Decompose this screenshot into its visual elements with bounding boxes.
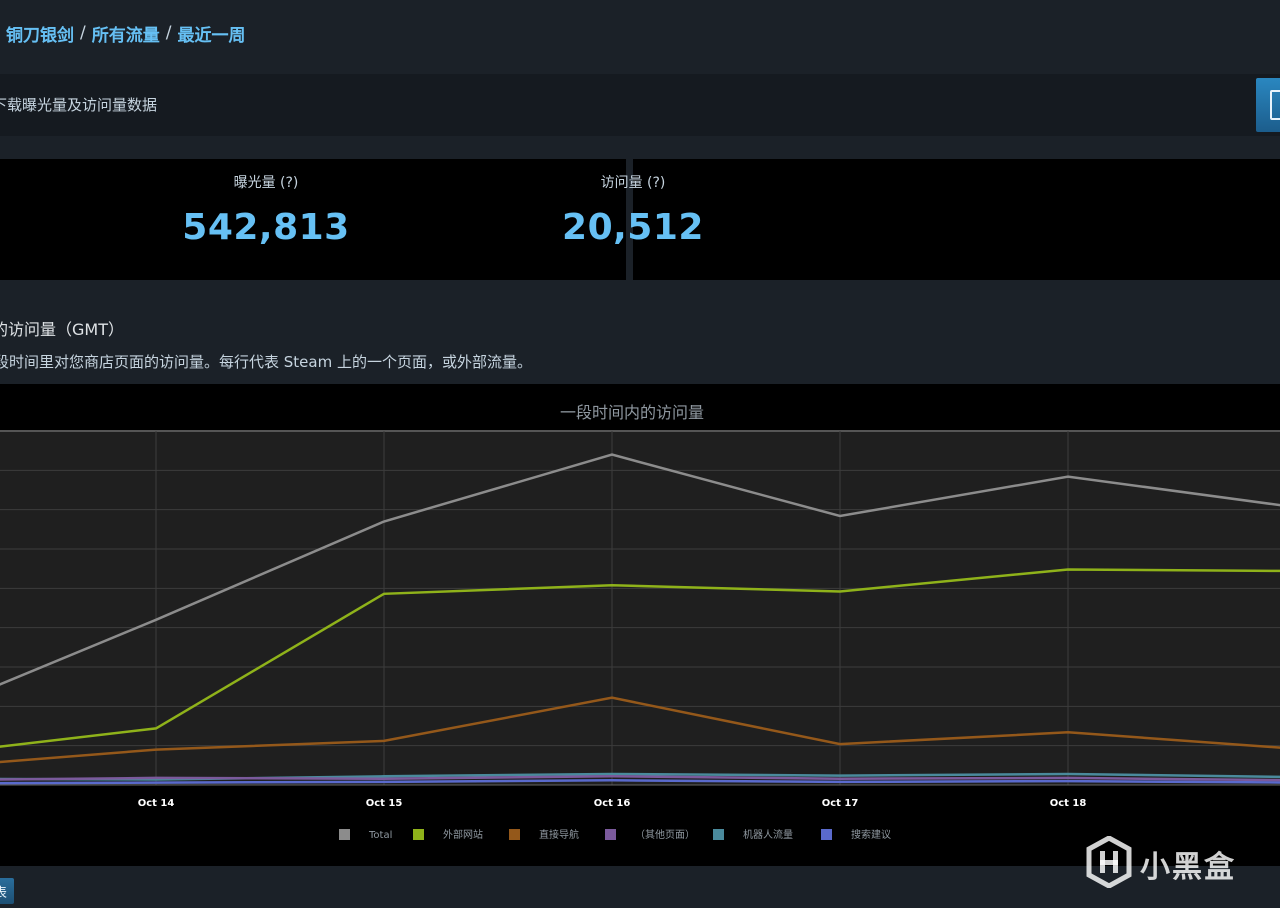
x-tick-label: Oct 17 [822,798,859,809]
legend-swatch[interactable] [339,829,350,840]
legend-swatch[interactable] [413,829,424,840]
visits-label[interactable]: 访问量 (?) [273,172,993,192]
x-tick-label: Oct 16 [594,798,631,809]
document-icon [1270,90,1280,120]
breadcrumb-item-game[interactable]: 铜刀银剑 [6,21,74,46]
chart-legend: Total 外部网站 直接导航 （其他页面） 机器人流量 搜索建议 [339,828,891,841]
visits-card: 访问量 (?) 20,512 [562,159,1280,280]
breadcrumb-item-last-week[interactable]: 最近一周 [177,21,245,46]
legend-label[interactable]: 外部网站 [443,828,483,841]
legend-label[interactable]: 直接导航 [539,828,579,841]
download-description: 下载曝光量及访问量数据 [0,96,158,114]
table-button[interactable]: 表 [0,878,14,904]
breadcrumb-separator: / [165,23,172,43]
table-button-label: 表 [0,886,8,901]
visits-chart: 一段时间内的访问量 Oct 14 Oct 15 Oct 16 Oct 17 Oct 18… [0,384,1280,866]
download-button[interactable] [1256,78,1280,132]
legend-label[interactable]: （其他页面） [635,828,695,841]
breadcrumb-item-all-traffic[interactable]: 所有流量 [92,21,160,46]
legend-label[interactable]: Total [368,830,392,841]
breadcrumb: 铜刀银剑 / 所有流量 / 最近一周 [0,0,1280,66]
chart-svg: 一段时间内的访问量 Oct 14 Oct 15 Oct 16 Oct 17 Oct 18… [0,403,1280,841]
visits-value: 20,512 [562,207,704,248]
download-bar: 下载曝光量及访问量数据 [0,74,1280,136]
chart-title: 一段时间内的访问量 [560,403,704,422]
legend-swatch[interactable] [605,829,616,840]
x-axis-ticks: Oct 14 Oct 15 Oct 16 Oct 17 Oct 18 [138,798,1087,809]
legend-swatch[interactable] [509,829,520,840]
legend-swatch[interactable] [713,829,724,840]
legend-label[interactable]: 机器人流量 [743,828,793,841]
legend-swatch[interactable] [821,829,832,840]
section-title: 的访问量（GMT） [0,320,124,339]
legend-label[interactable]: 搜索建议 [851,828,891,841]
x-tick-label: Oct 14 [138,798,175,809]
watermark: 小黑盒 [1086,836,1266,888]
x-tick-label: Oct 15 [366,798,403,809]
breadcrumb-separator: / [80,23,86,43]
section-description: 段时间里对您商店页面的访问量。每行代表 Steam 上的一个页面，或外部流量。 [0,353,532,371]
page: 铜刀银剑 / 所有流量 / 最近一周 下载曝光量及访问量数据 曝光量 (?) 5… [0,0,1280,908]
watermark-text: 小黑盒 [1140,850,1236,885]
x-tick-label: Oct 18 [1050,798,1087,809]
watermark-logo-icon [1086,836,1132,888]
plot-area [0,431,1280,785]
